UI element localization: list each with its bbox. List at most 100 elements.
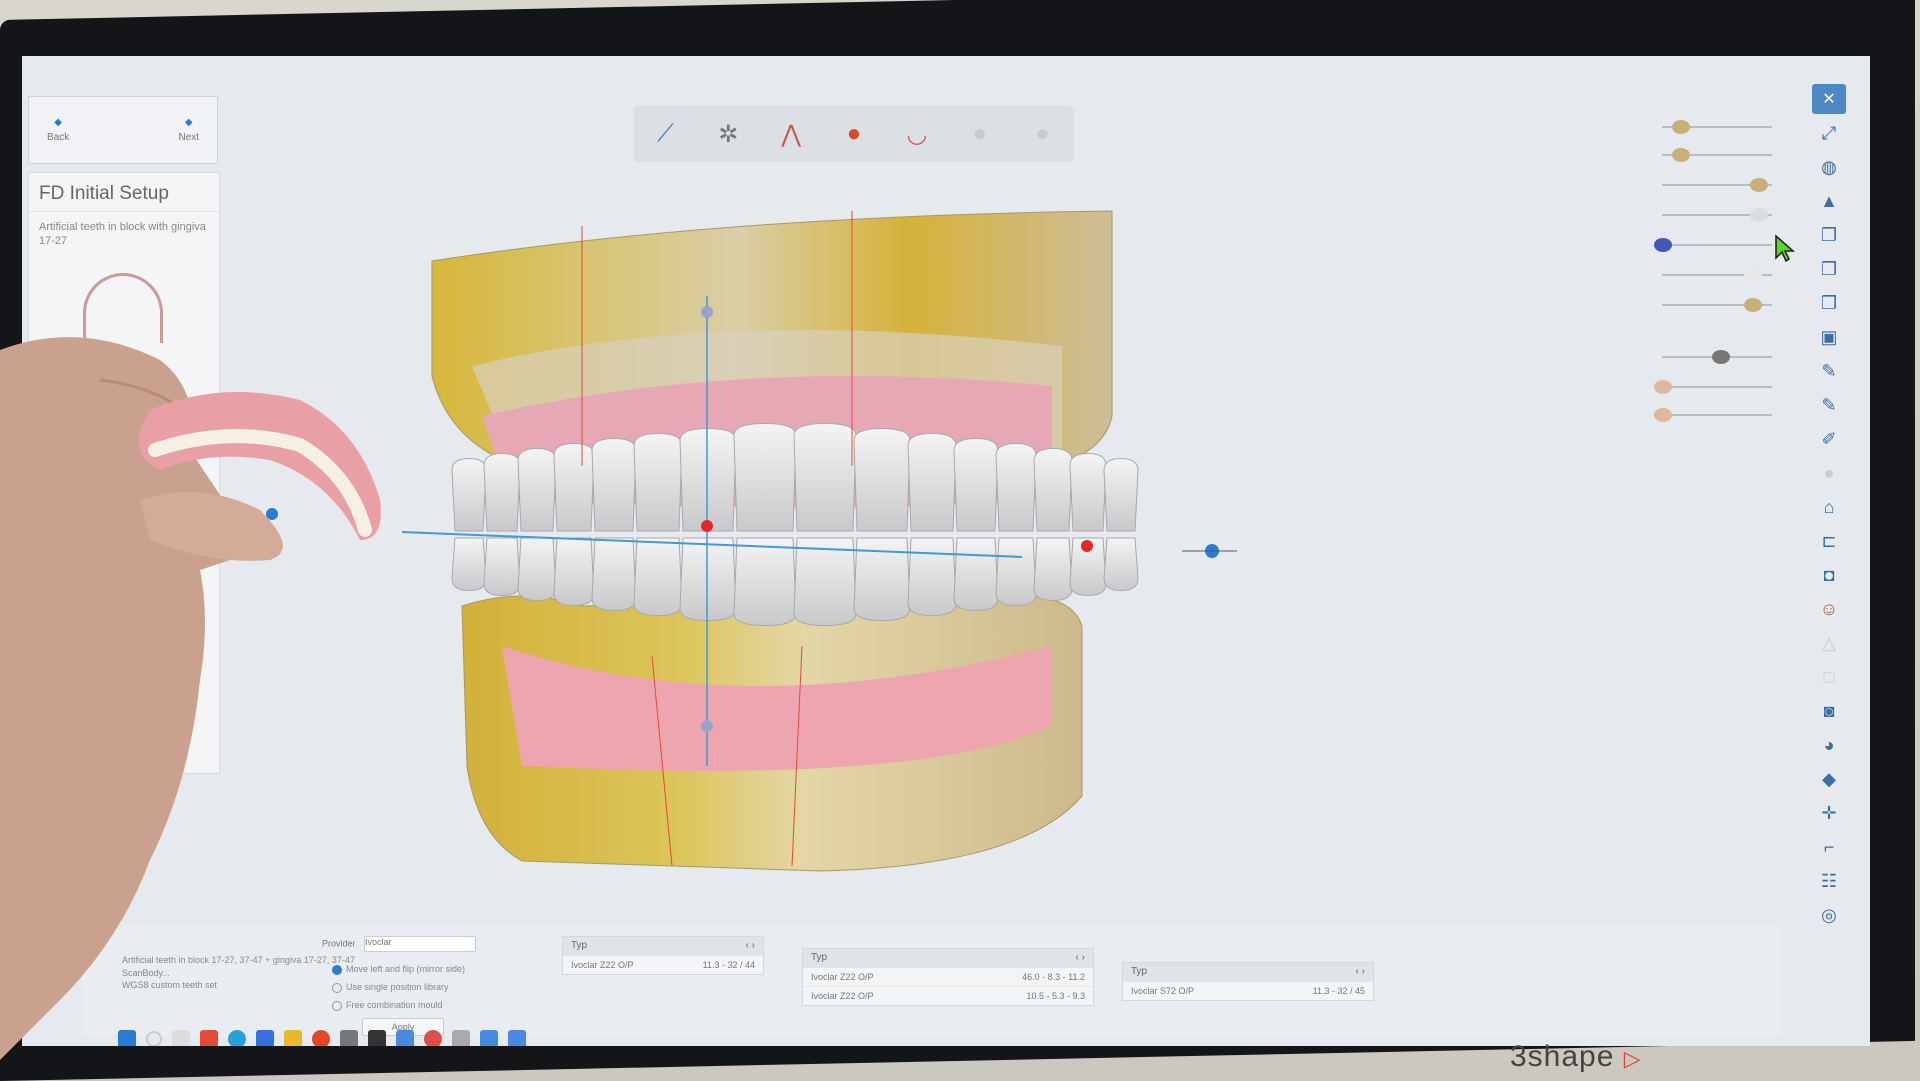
- box-icon[interactable]: □: [1812, 662, 1846, 692]
- tooth-library-panel: Typ ‹ › Ivoclar S72 O/P 11.3 - 32 / 45: [1122, 962, 1374, 1001]
- tooth[interactable]: [733, 537, 797, 627]
- users-icon[interactable]: ☷: [1812, 866, 1846, 896]
- color-tool-icon[interactable]: ●: [832, 112, 876, 156]
- wizard-description[interactable]: Artificial teeth in block with gingiva 1…: [29, 212, 219, 257]
- hand-holding-denture: [0, 337, 381, 1061]
- copy-icon[interactable]: ❐: [1812, 288, 1846, 318]
- rotation-handle[interactable]: [1081, 540, 1093, 552]
- tooth[interactable]: [591, 437, 637, 532]
- tooth[interactable]: [591, 537, 637, 612]
- copy-icon[interactable]: ❐: [1812, 220, 1846, 250]
- brand-triangle-icon: ▷: [1623, 1046, 1642, 1071]
- library-row[interactable]: Ivoclar Z22 O/P 10.5 - 5.3 - 9.3: [803, 986, 1093, 1005]
- opacity-slider[interactable]: [1654, 238, 1772, 252]
- opacity-slider[interactable]: [1662, 350, 1772, 364]
- panel-header: Typ: [811, 952, 828, 963]
- color-wheel-icon[interactable]: ◎: [1812, 900, 1846, 930]
- tooth[interactable]: [553, 537, 595, 607]
- tooth[interactable]: [995, 442, 1037, 532]
- tooth[interactable]: [1103, 537, 1139, 592]
- cylinder-icon[interactable]: ◘: [1812, 560, 1846, 590]
- panel-header: Typ: [571, 940, 588, 951]
- center-handle[interactable]: [701, 520, 713, 532]
- brand-logo: 3shape ▷: [1510, 1040, 1642, 1073]
- chevron-icon[interactable]: ‹ ›: [1076, 949, 1085, 967]
- next-label: Next: [178, 132, 199, 143]
- library-row[interactable]: Ivoclar S72 O/P 11.3 - 32 / 45: [1123, 981, 1373, 1000]
- window-icon[interactable]: ▣: [1812, 322, 1846, 352]
- opacity-slider[interactable]: [1662, 178, 1772, 192]
- sculpt-icon[interactable]: ✐: [1812, 424, 1846, 454]
- back-button[interactable]: ◆ Back: [47, 97, 69, 163]
- visibility-sliders: [1642, 96, 1802, 616]
- tooth[interactable]: [1033, 537, 1073, 602]
- tooth[interactable]: [853, 427, 911, 532]
- top-toolbar: ⟋ ✲ ⋀ ● ◡ ● ●: [634, 106, 1074, 162]
- opacity-slider[interactable]: [1662, 120, 1772, 134]
- tooth[interactable]: [679, 427, 737, 532]
- close-icon[interactable]: ✕: [1812, 84, 1846, 114]
- globe-icon[interactable]: ◍: [1812, 152, 1846, 182]
- tooth[interactable]: [793, 422, 857, 532]
- tooth[interactable]: [633, 537, 683, 617]
- tooth[interactable]: [953, 537, 999, 612]
- bone-tool-icon[interactable]: ✲: [706, 112, 750, 156]
- mouse-cursor: [1774, 234, 1796, 267]
- tooth[interactable]: [995, 537, 1037, 607]
- wizard-title: FD Initial Setup: [29, 173, 219, 212]
- wizard-navigation: ◆ Back ◆ Next: [28, 96, 218, 164]
- camera-icon[interactable]: ◙: [1812, 696, 1846, 726]
- arrow-right-icon: ◆: [184, 117, 193, 128]
- copy-icon[interactable]: ❐: [1812, 254, 1846, 284]
- arrow-left-icon: ◆: [54, 117, 62, 128]
- chevron-icon[interactable]: ‹ ›: [1356, 963, 1365, 981]
- opacity-slider[interactable]: [1662, 298, 1772, 312]
- right-toolbar: ✕ ⤢ ◍ ▲ ❐ ❐ ❐ ▣ ✎ ✎ ✐ ● ⌂ ⊏ ◘ ☺ △ □ ◙ ◕ …: [1802, 84, 1856, 1014]
- opacity-slider[interactable]: [1662, 208, 1772, 222]
- tooth[interactable]: [553, 442, 595, 532]
- pen-icon[interactable]: ✎: [1812, 390, 1846, 420]
- gingiva-tool-icon[interactable]: ⋀: [769, 112, 813, 156]
- denture-tool-icon[interactable]: ◡: [895, 112, 939, 156]
- next-button[interactable]: ◆ Next: [178, 97, 199, 163]
- tooth[interactable]: [633, 432, 683, 532]
- fullscreen-icon[interactable]: ⤢: [1812, 118, 1846, 148]
- chat-icon[interactable]: ◕: [1812, 730, 1846, 760]
- shield-icon[interactable]: ◆: [1812, 764, 1846, 794]
- back-label: Back: [47, 132, 70, 143]
- knife-tool-icon[interactable]: ⟋: [643, 112, 687, 156]
- tooth[interactable]: [1033, 447, 1073, 532]
- ruler-icon[interactable]: ⊏: [1812, 526, 1846, 556]
- tooth-library-panel: Typ ‹ › Ivoclar Z22 O/P 11.3 - 32 / 44: [562, 936, 764, 975]
- tooth[interactable]: [1103, 457, 1139, 532]
- vertical-handle[interactable]: [701, 306, 713, 318]
- opacity-slider[interactable]: [1662, 268, 1772, 282]
- tooth[interactable]: [953, 437, 999, 532]
- library-row[interactable]: Ivoclar Z22 O/P 11.3 - 32 / 44: [563, 955, 763, 974]
- tooth[interactable]: [907, 432, 957, 532]
- opacity-slider[interactable]: [1654, 408, 1772, 422]
- graduation-cap-icon[interactable]: ▲: [1812, 186, 1846, 216]
- tooth[interactable]: [907, 537, 957, 617]
- pen-icon[interactable]: ✎: [1812, 356, 1846, 386]
- warning-icon[interactable]: △: [1812, 628, 1846, 658]
- opacity-slider[interactable]: [1662, 148, 1772, 162]
- tooth-tool-icon[interactable]: ⌂: [1812, 492, 1846, 522]
- measure-icon[interactable]: ⌐: [1812, 832, 1846, 862]
- chevron-up-icon[interactable]: ︿: [1708, 1032, 1724, 1046]
- tooth[interactable]: [1069, 452, 1107, 532]
- tooth-library-panel: Typ ‹ › Ivoclar Z22 O/P 46.0 - 8.3 - 11.2 …: [802, 948, 1094, 1006]
- sphere-icon[interactable]: ●: [958, 112, 1002, 156]
- library-row[interactable]: Ivoclar Z22 O/P 46.0 - 8.3 - 11.2: [803, 967, 1093, 986]
- opacity-slider[interactable]: [1654, 380, 1772, 394]
- tooth[interactable]: [733, 422, 797, 532]
- vertical-handle[interactable]: [701, 720, 713, 732]
- tooth[interactable]: [793, 537, 857, 627]
- sphere-icon[interactable]: ●: [1812, 458, 1846, 488]
- face-icon[interactable]: ☺: [1812, 594, 1846, 624]
- panel-header: Typ: [1131, 966, 1148, 977]
- axis-icon[interactable]: ✛: [1812, 798, 1846, 828]
- chevron-icon[interactable]: ‹ ›: [746, 937, 755, 955]
- sphere-icon[interactable]: ●: [1020, 112, 1064, 156]
- tooth[interactable]: [679, 537, 737, 622]
